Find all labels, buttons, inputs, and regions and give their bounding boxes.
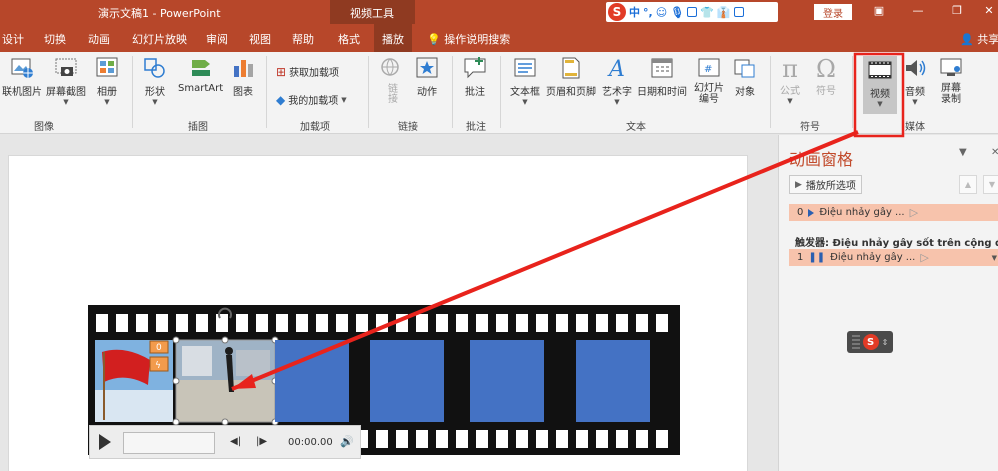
move-down-button[interactable]: ▼ <box>983 175 998 194</box>
floating-ime-icon[interactable]: S ⇕ <box>847 331 893 353</box>
film-perforation <box>536 430 548 448</box>
drag-grip-icon <box>851 335 860 349</box>
film-perforation <box>656 430 668 448</box>
dropdown-arrow-icon[interactable]: ▼ <box>992 254 997 262</box>
film-perforation <box>596 430 608 448</box>
film-perforation <box>276 314 288 332</box>
film-perforation <box>376 314 388 332</box>
animation-item[interactable]: 0 Điệu nhảy gây ... ▷ <box>789 204 998 221</box>
trigger-label: 触发器: Điệu nhảy gây sốt trên cộng đ... <box>795 238 998 249</box>
frame-placeholder <box>470 340 544 422</box>
film-perforation <box>256 314 268 332</box>
play-icon[interactable] <box>99 434 111 450</box>
film-perforation <box>216 314 228 332</box>
film-perforation <box>556 430 568 448</box>
seek-bar[interactable] <box>123 432 215 454</box>
animation-item[interactable]: 1 ❚❚ Điệu nhảy gây ... ▷ ▼ <box>789 249 998 266</box>
film-perforation <box>396 314 408 332</box>
pane-close-icon[interactable]: ✕ <box>991 147 998 158</box>
film-perforation <box>616 430 628 448</box>
media-time: 00:00.00 <box>288 437 333 448</box>
play-selected-button[interactable]: ▶ 播放所选项 <box>789 175 862 194</box>
film-perforation <box>296 314 308 332</box>
step-back-icon[interactable]: ◀| <box>230 436 241 447</box>
film-perforation <box>496 430 508 448</box>
film-perforation <box>416 430 428 448</box>
pause-bars-icon: ❚❚ <box>808 252 826 263</box>
play-selected-label: 播放所选项 <box>805 181 856 192</box>
film-perforation <box>476 314 488 332</box>
film-perforation <box>116 314 128 332</box>
anim-index-badge-0: 0 <box>156 343 162 353</box>
animation-pane: 动画窗格 ▼ ✕ ▶ 播放所选项 ▲ ▼ 0 Điệu nhảy gây ...… <box>778 135 998 471</box>
lightning-trigger-icon: ϟ <box>155 361 161 371</box>
film-perforation <box>476 430 488 448</box>
film-perforation <box>96 314 108 332</box>
step-forward-icon[interactable]: |▶ <box>256 436 267 447</box>
frame-placeholder <box>576 340 650 422</box>
film-perforation <box>616 314 628 332</box>
sogou-logo-icon: S <box>862 334 879 350</box>
film-perforation <box>436 314 448 332</box>
video-object[interactable] <box>176 340 275 422</box>
film-perforation <box>536 314 548 332</box>
animation-index: 1 <box>797 252 804 263</box>
film-perforation <box>456 314 468 332</box>
film-perforations-top <box>96 314 668 332</box>
film-perforation <box>436 430 448 448</box>
film-perforation <box>356 314 368 332</box>
film-perforation <box>636 314 648 332</box>
film-perforation <box>316 314 328 332</box>
frame-placeholder <box>275 340 349 422</box>
animation-label: Điệu nhảy gây ... <box>830 252 916 263</box>
animation-label: Điệu nhảy gây ... <box>819 207 905 218</box>
film-perforation <box>416 314 428 332</box>
film-perforation <box>496 314 508 332</box>
volume-icon[interactable]: 🔊 <box>340 435 354 448</box>
film-perforation <box>656 314 668 332</box>
move-up-button[interactable]: ▲ <box>959 175 977 194</box>
film-perforation <box>636 430 648 448</box>
film-perforation <box>456 430 468 448</box>
film-perforation <box>576 314 588 332</box>
animation-index: 0 <box>797 207 804 218</box>
film-perforation <box>376 430 388 448</box>
film-perforation <box>556 314 568 332</box>
film-perforation <box>516 430 528 448</box>
film-perforation <box>576 430 588 448</box>
film-perforation <box>196 314 208 332</box>
timing-bar-icon: ▷ <box>920 251 929 264</box>
film-perforation <box>136 314 148 332</box>
film-perforation <box>596 314 608 332</box>
frame-placeholder <box>370 340 444 422</box>
chevron-updown-icon: ⇕ <box>881 337 889 347</box>
play-triangle-icon: ▶ <box>795 179 802 190</box>
media-controls: ◀| |▶ 00:00.00 🔊 <box>89 425 361 459</box>
pane-options-icon[interactable]: ▼ <box>959 147 967 158</box>
timing-bar-icon: ▷ <box>909 206 919 219</box>
animation-pane-title: 动画窗格 <box>789 150 854 169</box>
film-perforation <box>176 314 188 332</box>
film-perforation <box>396 430 408 448</box>
play-animation-icon <box>808 208 815 217</box>
film-perforation <box>236 314 248 332</box>
film-perforation <box>516 314 528 332</box>
film-perforation <box>156 314 168 332</box>
film-perforation <box>336 314 348 332</box>
